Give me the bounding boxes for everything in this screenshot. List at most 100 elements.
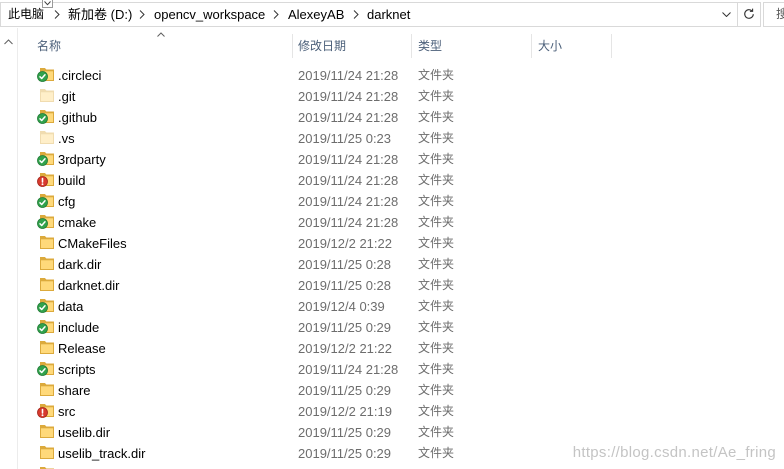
file-row[interactable]: CMakeFiles 2019/12/2 21:22 文件夹 (19, 233, 784, 254)
sync-error-icon (37, 407, 48, 418)
file-name: data (58, 299, 84, 314)
modified-date: 2019/11/24 21:28 (298, 68, 399, 83)
breadcrumb-opencv-workspace[interactable]: opencv_workspace (154, 6, 265, 23)
file-name: scripts (58, 362, 96, 377)
breadcrumb-darknet[interactable]: darknet (367, 6, 410, 23)
search-placeholder: 搜 (776, 6, 784, 23)
sync-ok-icon (37, 302, 48, 313)
folder-icon (40, 425, 54, 438)
chevron-right-icon[interactable] (353, 10, 359, 19)
chevron-right-icon[interactable] (139, 10, 145, 19)
search-input[interactable]: 搜 (763, 2, 784, 27)
column-header-row: 名称 修改日期 类型 大小 (19, 30, 784, 58)
sync-ok-icon (37, 197, 48, 208)
modified-date: 2019/11/24 21:28 (298, 362, 399, 377)
column-divider[interactable] (531, 34, 532, 58)
file-row[interactable]: scripts 2019/11/24 21:28 文件夹 (19, 359, 784, 380)
file-name: cmake (58, 215, 97, 230)
breadcrumb-alexeyab[interactable]: AlexeyAB (288, 6, 344, 23)
recent-locations-button[interactable] (42, 0, 53, 8)
file-row[interactable]: .github 2019/11/24 21:28 文件夹 (19, 107, 784, 128)
modified-date: 2019/11/25 0:29 (298, 446, 392, 461)
column-divider[interactable] (292, 34, 293, 58)
scroll-up-button[interactable] (4, 39, 13, 45)
breadcrumb-drive-d[interactable]: 新加卷 (D:) (68, 6, 132, 23)
modified-date: 2019/11/25 0:29 (298, 383, 392, 398)
file-type: 文件夹 (418, 425, 455, 439)
file-row[interactable]: 3rdparty 2019/11/24 21:28 文件夹 (19, 149, 784, 170)
refresh-button[interactable] (738, 2, 761, 27)
address-bar[interactable]: 此电脑 新加卷 (D:) opencv_workspace AlexeyAB d… (0, 2, 738, 27)
modified-date: 2019/11/25 0:28 (298, 278, 392, 293)
sync-ok-icon (37, 113, 48, 124)
file-type: 文件夹 (418, 110, 455, 124)
folder-icon (40, 236, 54, 249)
file-type: 文件夹 (418, 215, 455, 229)
file-name: src (58, 404, 76, 419)
chevron-right-icon[interactable] (273, 10, 279, 19)
sync-error-icon (37, 176, 48, 187)
file-row[interactable]: darknet.dir 2019/11/25 0:28 文件夹 (19, 275, 784, 296)
file-row[interactable]: build 2019/11/24 21:28 文件夹 (19, 170, 784, 191)
modified-date: 2019/11/24 21:28 (298, 173, 399, 188)
file-name: .circleci (58, 68, 102, 83)
chevron-up-icon (157, 32, 165, 37)
file-name: Release (58, 341, 106, 356)
modified-date: 2019/11/24 21:28 (298, 152, 399, 167)
address-dropdown-button[interactable] (717, 6, 737, 23)
file-row[interactable]: dark.dir 2019/11/25 0:28 文件夹 (19, 254, 784, 275)
column-header-type[interactable]: 类型 (418, 38, 442, 54)
modified-date: 2019/11/25 0:28 (298, 257, 392, 272)
modified-date: 2019/12/4 0:39 (298, 299, 385, 314)
chevron-right-icon[interactable] (54, 10, 60, 19)
sync-ok-icon (37, 365, 48, 376)
modified-date: 2019/11/25 0:23 (298, 131, 392, 146)
file-type: 文件夹 (418, 446, 455, 460)
file-row[interactable]: .vs 2019/11/25 0:23 文件夹 (19, 128, 784, 149)
file-type: 文件夹 (418, 152, 455, 166)
file-type: 文件夹 (418, 131, 455, 145)
file-row[interactable] (19, 464, 784, 469)
modified-date: 2019/11/24 21:28 (298, 110, 399, 125)
sync-ok-icon (37, 323, 48, 334)
breadcrumb-this-pc[interactable]: 此电脑 (8, 6, 44, 23)
file-type: 文件夹 (418, 89, 455, 103)
file-type: 文件夹 (418, 320, 455, 334)
column-header-name[interactable]: 名称 (37, 38, 61, 54)
file-row[interactable]: cfg 2019/11/24 21:28 文件夹 (19, 191, 784, 212)
file-name: darknet.dir (58, 278, 120, 293)
file-list: .circleci 2019/11/24 21:28 文件夹 .git 2019/11/… (19, 65, 784, 469)
modified-date: 2019/12/2 21:22 (298, 341, 392, 356)
modified-date: 2019/11/24 21:28 (298, 194, 399, 209)
folder-icon (40, 257, 54, 270)
file-row[interactable]: uselib.dir 2019/11/25 0:29 文件夹 (19, 422, 784, 443)
file-name: .vs (58, 131, 75, 146)
file-name: .git (58, 89, 76, 104)
folder-icon (40, 278, 54, 291)
file-row[interactable]: src 2019/12/2 21:19 文件夹 (19, 401, 784, 422)
file-row[interactable]: .git 2019/11/24 21:28 文件夹 (19, 86, 784, 107)
folder-icon (40, 446, 54, 459)
file-row[interactable]: include 2019/11/25 0:29 文件夹 (19, 317, 784, 338)
column-header-size[interactable]: 大小 (538, 38, 562, 54)
column-header-modified[interactable]: 修改日期 (298, 38, 346, 54)
chevron-down-icon (44, 1, 51, 6)
column-divider[interactable] (611, 34, 612, 58)
modified-date: 2019/11/24 21:28 (298, 89, 399, 104)
file-name: include (58, 320, 100, 335)
file-row[interactable]: .circleci 2019/11/24 21:28 文件夹 (19, 65, 784, 86)
file-name: build (58, 173, 86, 188)
modified-date: 2019/12/2 21:19 (298, 404, 392, 419)
file-name: uselib_track.dir (58, 446, 146, 461)
file-row[interactable]: cmake 2019/11/24 21:28 文件夹 (19, 212, 784, 233)
file-row[interactable]: data 2019/12/4 0:39 文件夹 (19, 296, 784, 317)
folder-icon (40, 383, 54, 396)
file-type: 文件夹 (418, 236, 455, 250)
file-type: 文件夹 (418, 173, 455, 187)
file-row[interactable]: share 2019/11/25 0:29 文件夹 (19, 380, 784, 401)
column-divider[interactable] (411, 34, 412, 58)
file-name: uselib.dir (58, 425, 111, 440)
chevron-up-icon (4, 39, 13, 45)
file-name: .github (58, 110, 98, 125)
file-row[interactable]: Release 2019/12/2 21:22 文件夹 (19, 338, 784, 359)
